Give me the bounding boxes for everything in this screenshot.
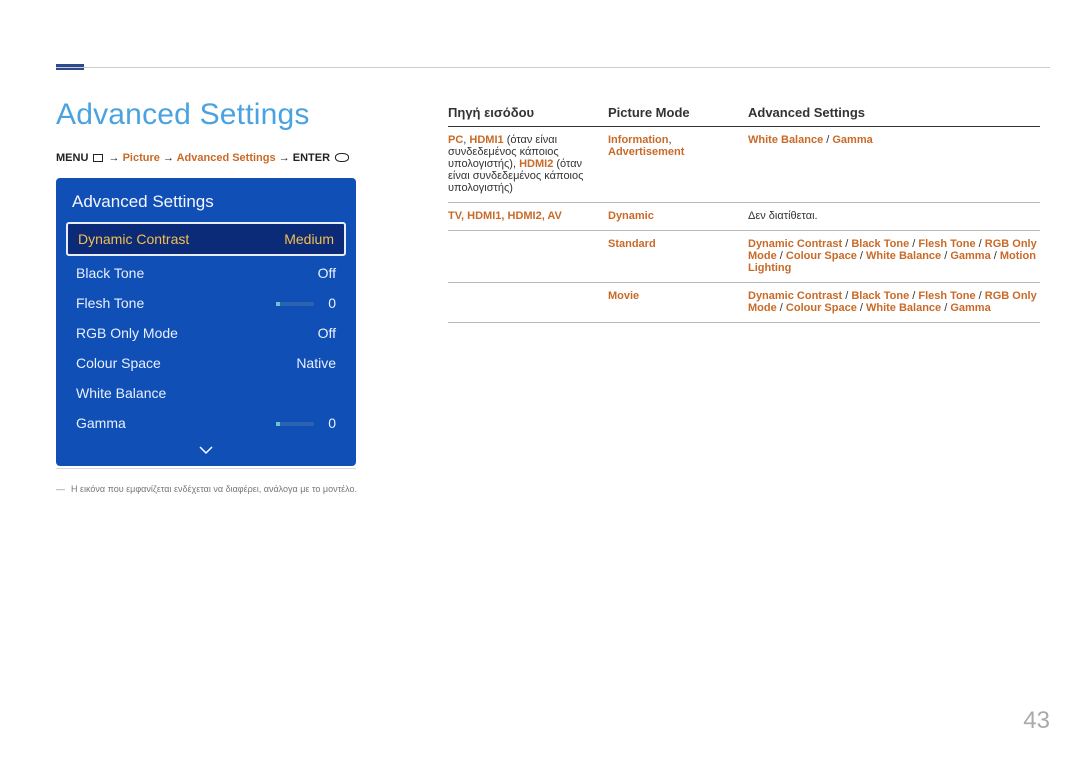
osd-value: Medium (284, 231, 334, 247)
osd-label: RGB Only Mode (76, 325, 178, 341)
text: Dynamic Contrast (748, 290, 842, 302)
text: HDMI2 (519, 158, 553, 170)
settings-table: Πηγή εισόδου Picture Mode Advanced Setti… (448, 105, 1040, 323)
breadcrumb-arrow-2: → (163, 152, 174, 164)
header-rule (56, 67, 1050, 68)
breadcrumb-enter: ENTER (293, 152, 330, 164)
osd-label: Gamma (76, 415, 126, 431)
text: HDMI1 (469, 134, 503, 146)
breadcrumb-advanced: Advanced Settings (177, 152, 276, 164)
osd-row-white-balance[interactable]: White Balance (66, 378, 346, 408)
cell-mode: Standard (608, 238, 656, 250)
osd-panel: Advanced Settings Dynamic Contrast Mediu… (56, 178, 356, 466)
text: Black Tone (851, 290, 909, 302)
osd-value: Off (318, 265, 336, 281)
text: / (941, 250, 950, 262)
slider-icon (276, 302, 314, 306)
text: Colour Space (786, 250, 857, 262)
osd-label: Colour Space (76, 355, 161, 371)
text: Information (608, 134, 669, 146)
text: White Balance (748, 134, 823, 146)
osd-title: Advanced Settings (66, 188, 346, 222)
text: White Balance (866, 250, 941, 262)
footnote-text: Η εικόνα που εμφανίζεται ενδέχεται να δι… (71, 484, 357, 494)
osd-row-flesh-tone[interactable]: Flesh Tone 0 (66, 288, 346, 318)
text: / (976, 238, 985, 250)
osd-value-wrap: 0 (276, 295, 336, 311)
enter-icon (335, 153, 349, 162)
text: PC (448, 134, 463, 146)
text: / (941, 302, 950, 314)
text: / (976, 290, 985, 302)
breadcrumb-arrow-1: → (109, 152, 120, 164)
table-row: Standard Dynamic Contrast / Black Tone /… (448, 231, 1040, 283)
osd-label: Black Tone (76, 265, 144, 281)
text: Flesh Tone (918, 290, 975, 302)
osd-row-colour-space[interactable]: Colour Space Native (66, 348, 346, 378)
table-head: Πηγή εισόδου Picture Mode Advanced Setti… (448, 105, 1040, 127)
cell-mode: Movie (608, 290, 639, 302)
text: / (909, 238, 918, 250)
osd-value: 0 (328, 415, 336, 431)
text: / (857, 302, 866, 314)
text: Flesh Tone (918, 238, 975, 250)
text: / (857, 250, 866, 262)
cell-source: TV, HDMI1, HDMI2, AV (448, 210, 562, 222)
note-separator (56, 468, 356, 469)
slider-icon (276, 422, 314, 426)
osd-row-dynamic-contrast[interactable]: Dynamic Contrast Medium (66, 222, 346, 256)
text: Gamma (832, 134, 872, 146)
text: Advertisement (608, 146, 684, 158)
footnote-dash: ― (56, 484, 65, 494)
text: / (823, 134, 832, 146)
footnote: ― Η εικόνα που εμφανίζεται ενδέχεται να δ… (56, 484, 357, 494)
table-header-mode: Picture Mode (608, 105, 748, 120)
cell-advanced: White Balance / Gamma (748, 134, 1040, 194)
osd-value-wrap: 0 (276, 415, 336, 431)
table-header-advanced: Advanced Settings (748, 105, 1040, 120)
text: / (991, 250, 1000, 262)
text: Gamma (950, 250, 990, 262)
table-header-source: Πηγή εισόδου (448, 105, 608, 120)
osd-value: 0 (328, 295, 336, 311)
text: / (842, 238, 851, 250)
osd-label: Flesh Tone (76, 295, 144, 311)
text: Colour Space (786, 302, 857, 314)
osd-value: Off (318, 325, 336, 341)
text: Dynamic Contrast (748, 238, 842, 250)
osd-row-black-tone[interactable]: Black Tone Off (66, 258, 346, 288)
breadcrumb-picture: Picture (123, 152, 160, 164)
text: / (909, 290, 918, 302)
cell-advanced: Dynamic Contrast / Black Tone / Flesh To… (748, 238, 1040, 274)
text: , (669, 134, 672, 146)
breadcrumb-menu: MENU (56, 152, 88, 164)
cell-advanced: Δεν διατίθεται. (748, 210, 818, 222)
cell-source: PC, HDMI1 (όταν είναι συνδεδεμένος κάποι… (448, 134, 608, 194)
text: / (842, 290, 851, 302)
breadcrumb: MENU → Picture → Advanced Settings → ENT… (56, 152, 351, 164)
cell-source (448, 290, 608, 314)
page-title: Advanced Settings (56, 98, 310, 132)
page-number: 43 (1023, 707, 1050, 735)
text: / (777, 250, 786, 262)
osd-label: White Balance (76, 385, 166, 401)
osd-value: Native (296, 355, 336, 371)
text: White Balance (866, 302, 941, 314)
cell-mode: Information,Advertisement (608, 134, 748, 194)
osd-row-rgb-only[interactable]: RGB Only Mode Off (66, 318, 346, 348)
osd-label: Dynamic Contrast (78, 231, 189, 247)
text: / (777, 302, 786, 314)
breadcrumb-arrow-3: → (279, 152, 290, 164)
menu-icon (93, 154, 103, 162)
osd-row-gamma[interactable]: Gamma 0 (66, 408, 346, 438)
cell-source (448, 238, 608, 274)
table-row: TV, HDMI1, HDMI2, AV Dynamic Δεν διατίθε… (448, 203, 1040, 231)
text: Black Tone (851, 238, 909, 250)
cell-mode: Dynamic (608, 210, 654, 222)
cell-advanced: Dynamic Contrast / Black Tone / Flesh To… (748, 290, 1040, 314)
table-row: PC, HDMI1 (όταν είναι συνδεδεμένος κάποι… (448, 127, 1040, 203)
table-row: Movie Dynamic Contrast / Black Tone / Fl… (448, 283, 1040, 323)
text: Gamma (950, 302, 990, 314)
chevron-down-icon[interactable] (66, 438, 346, 460)
